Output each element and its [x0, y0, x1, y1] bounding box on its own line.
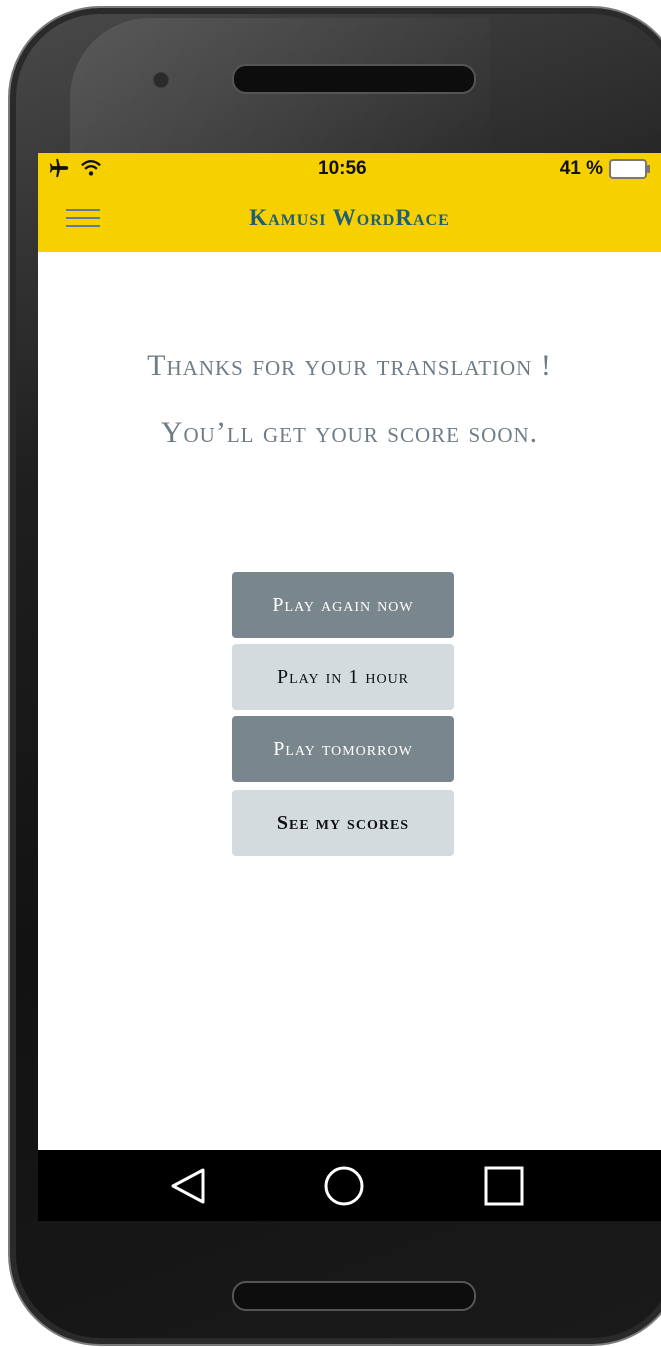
- battery-percentage: 41 %: [559, 158, 603, 179]
- play-again-now-button[interactable]: Play again now: [232, 572, 454, 638]
- system-navigation-bar: [38, 1150, 661, 1221]
- recent-apps-icon[interactable]: [482, 1164, 526, 1208]
- see-my-scores-button[interactable]: See my scores: [232, 790, 454, 856]
- bottom-speaker-grille: [232, 1281, 476, 1311]
- back-icon[interactable]: [165, 1164, 209, 1208]
- front-camera: [153, 72, 169, 88]
- app-bar: Kamusi WordRace: [38, 185, 661, 252]
- battery-icon: [609, 159, 650, 179]
- top-speaker-grille: [232, 64, 476, 94]
- wifi-icon: [81, 160, 101, 176]
- app-title: Kamusi WordRace: [249, 205, 450, 230]
- status-time: 10:56: [318, 158, 367, 179]
- score-soon-message: You’ll get your score soon.: [160, 416, 539, 449]
- airplane-mode-icon: [49, 158, 69, 178]
- home-icon[interactable]: [322, 1164, 366, 1208]
- status-icons-left: [48, 157, 102, 179]
- device-screen: 10:56 41 % Kamusi WordRace Thanks for yo…: [38, 153, 661, 1221]
- status-bar: 10:56 41 %: [38, 153, 661, 185]
- status-battery: 41 %: [559, 158, 650, 180]
- thanks-message: Thanks for your translation !: [147, 349, 552, 382]
- play-tomorrow-button[interactable]: Play tomorrow: [232, 716, 454, 782]
- play-in-1-hour-button[interactable]: Play in 1 hour: [232, 644, 454, 710]
